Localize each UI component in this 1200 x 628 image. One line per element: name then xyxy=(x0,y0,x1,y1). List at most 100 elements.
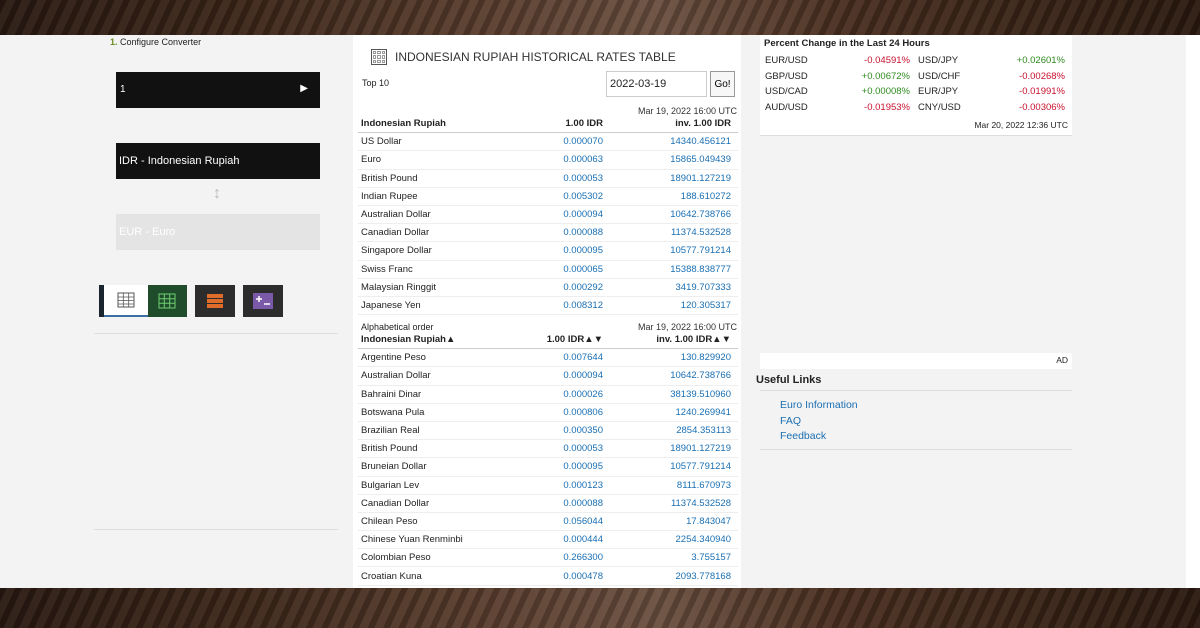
amount-input[interactable]: 1 ▶ xyxy=(116,72,320,108)
rate-link[interactable]: 0.007644 xyxy=(528,352,603,363)
currency-name: Canadian Dollar xyxy=(361,497,430,509)
plus-minus-icon[interactable] xyxy=(243,285,283,317)
useful-links-list: Euro Information FAQ Feedback xyxy=(780,398,858,445)
table-row: Brazilian Real 0.000350 2854.353113 xyxy=(358,422,738,441)
inverse-rate-link[interactable]: 11374.532528 xyxy=(603,498,731,509)
table-row: Canadian Dollar 0.000088 11374.532528 xyxy=(358,495,738,513)
rate-link[interactable]: 0.000292 xyxy=(528,282,603,293)
inverse-rate-link[interactable]: 11374.532528 xyxy=(603,227,731,238)
to-currency-label: EUR - Euro xyxy=(119,226,176,238)
currency-name: Swiss Franc xyxy=(361,263,413,275)
rate-link[interactable]: 0.000065 xyxy=(528,264,603,275)
swap-icon[interactable]: ↕ xyxy=(213,185,221,203)
inverse-rate-link[interactable]: 18901.127219 xyxy=(603,443,731,454)
inverse-rate-link[interactable]: 18901.127219 xyxy=(603,173,731,184)
rate-link[interactable]: 0.266300 xyxy=(528,552,603,563)
inverse-rate-link[interactable]: 15865.049439 xyxy=(603,154,731,165)
rate-link[interactable]: 0.000088 xyxy=(528,498,603,509)
link-feedback[interactable]: Feedback xyxy=(780,429,858,445)
table-row: Chilean Peso 0.056044 17.843047 xyxy=(358,513,738,532)
inverse-rate-link[interactable]: 3.755157 xyxy=(603,552,731,563)
rate-link[interactable]: 0.000053 xyxy=(528,173,603,184)
configure-converter-title: 1. Configure Converter xyxy=(110,37,201,47)
go-button[interactable]: Go! xyxy=(710,71,735,97)
currency-name: Botswana Pula xyxy=(361,406,425,418)
inverse-rate-link[interactable]: 2854.353113 xyxy=(603,425,731,436)
rate-link[interactable]: 0.000094 xyxy=(528,209,603,220)
rate-link[interactable]: 0.005302 xyxy=(528,191,603,202)
useful-links-title: Useful Links xyxy=(756,374,822,386)
percent-change-timestamp: Mar 20, 2022 12:36 UTC xyxy=(974,120,1068,130)
list-icon[interactable] xyxy=(195,285,235,317)
rate-link[interactable]: 0.000026 xyxy=(528,389,603,400)
table-icon[interactable] xyxy=(104,285,148,317)
from-currency-select[interactable]: IDR - Indonesian Rupiah xyxy=(116,143,320,179)
right-edge-strip xyxy=(1186,35,1200,588)
currency-pair: CNY/USD xyxy=(918,101,961,113)
inverse-rate-link[interactable]: 10642.738766 xyxy=(603,370,731,381)
inverse-rate-link[interactable]: 10577.791214 xyxy=(603,461,731,472)
percent-change-row: GBP/USD +0.00672% USD/CHF -0.00268% xyxy=(765,71,1065,86)
divider xyxy=(760,390,1072,391)
percent-change-value: -0.01953% xyxy=(864,101,910,113)
to-currency-select[interactable]: EUR - Euro xyxy=(116,214,320,250)
percent-change-value: -0.00268% xyxy=(1019,70,1065,82)
page-title: INDONESIAN RUPIAH HISTORICAL RATES TABLE xyxy=(395,50,676,64)
rate-link[interactable]: 0.000070 xyxy=(528,136,603,147)
currency-name: Canadian Dollar xyxy=(361,227,430,239)
column-header[interactable]: inv. 1.00 IDR▲▼ xyxy=(603,334,731,345)
percent-change-row: EUR/USD -0.04591% USD/JPY +0.02601% xyxy=(765,55,1065,70)
inverse-rate-link[interactable]: 10577.791214 xyxy=(603,245,731,256)
rate-link[interactable]: 0.000478 xyxy=(528,571,603,582)
inverse-rate-link[interactable]: 2254.340940 xyxy=(603,534,731,545)
rate-link[interactable]: 0.008312 xyxy=(528,300,603,311)
percent-change-widget: Percent Change in the Last 24 Hours EUR/… xyxy=(760,35,1072,135)
column-header[interactable]: 1.00 IDR xyxy=(528,118,604,129)
rate-link[interactable]: 0.000053 xyxy=(528,443,603,454)
inverse-rate-link[interactable]: 1240.269941 xyxy=(603,407,731,418)
date-input[interactable] xyxy=(606,71,707,97)
from-currency-label: IDR - Indonesian Rupiah xyxy=(119,155,240,167)
inverse-rate-link[interactable]: 38139.510960 xyxy=(603,389,731,400)
currency-name: Japanese Yen xyxy=(361,299,421,311)
currency-name: Australian Dollar xyxy=(361,209,431,221)
table-icon xyxy=(371,49,387,65)
table-row: Croatian Kuna 0.000478 2093.778168 xyxy=(358,567,738,586)
footer-background-band xyxy=(0,588,1200,628)
play-arrow-icon[interactable]: ▶ xyxy=(300,83,308,94)
rate-link[interactable]: 0.000350 xyxy=(528,425,603,436)
rate-link[interactable]: 0.000444 xyxy=(528,534,603,545)
rate-link[interactable]: 0.000063 xyxy=(528,154,603,165)
grid-icon[interactable] xyxy=(147,285,187,317)
inverse-rate-link[interactable]: 10642.738766 xyxy=(603,209,731,220)
inverse-rate-link[interactable]: 15388.838777 xyxy=(603,264,731,275)
step-number: 1. xyxy=(110,37,118,47)
link-euro-information[interactable]: Euro Information xyxy=(780,398,858,414)
currency-name: Argentine Peso xyxy=(361,352,426,364)
table-row: Australian Dollar 0.000094 10642.738766 xyxy=(358,367,738,386)
table-row: Bahraini Dinar 0.000026 38139.510960 xyxy=(358,386,738,404)
rate-link[interactable]: 0.056044 xyxy=(528,516,603,527)
inverse-rate-link[interactable]: 17.843047 xyxy=(603,516,731,527)
currency-pair: EUR/JPY xyxy=(918,86,959,97)
table-row: Swiss Franc 0.000065 15388.838777 xyxy=(358,261,738,279)
inverse-rate-link[interactable]: 188.610272 xyxy=(603,191,731,202)
column-header[interactable]: 1.00 IDR▲▼ xyxy=(528,334,603,345)
inverse-rate-link[interactable]: 130.829920 xyxy=(603,352,731,363)
rate-link[interactable]: 0.000088 xyxy=(528,227,603,238)
rate-link[interactable]: 0.000123 xyxy=(528,480,603,491)
inverse-rate-link[interactable]: 8111.670973 xyxy=(603,480,731,491)
link-faq[interactable]: FAQ xyxy=(780,414,858,430)
inverse-rate-link[interactable]: 120.305317 xyxy=(603,300,731,311)
column-header[interactable]: inv. 1.00 IDR xyxy=(603,118,731,129)
rate-link[interactable]: 0.000094 xyxy=(528,370,603,381)
rate-link[interactable]: 0.000095 xyxy=(528,245,603,256)
rates-table-heading: INDONESIAN RUPIAH HISTORICAL RATES TABLE xyxy=(371,49,676,65)
inverse-rate-link[interactable]: 14340.456121 xyxy=(603,136,731,147)
inverse-rate-link[interactable]: 2093.778168 xyxy=(603,571,731,582)
rate-link[interactable]: 0.000806 xyxy=(528,407,603,418)
currency-pair: USD/CAD xyxy=(765,86,808,97)
top10-table: Indonesian Rupiah 1.00 IDR inv. 1.00 IDR US… xyxy=(358,115,738,316)
rate-link[interactable]: 0.000095 xyxy=(528,461,603,472)
inverse-rate-link[interactable]: 3419.707333 xyxy=(603,282,731,293)
